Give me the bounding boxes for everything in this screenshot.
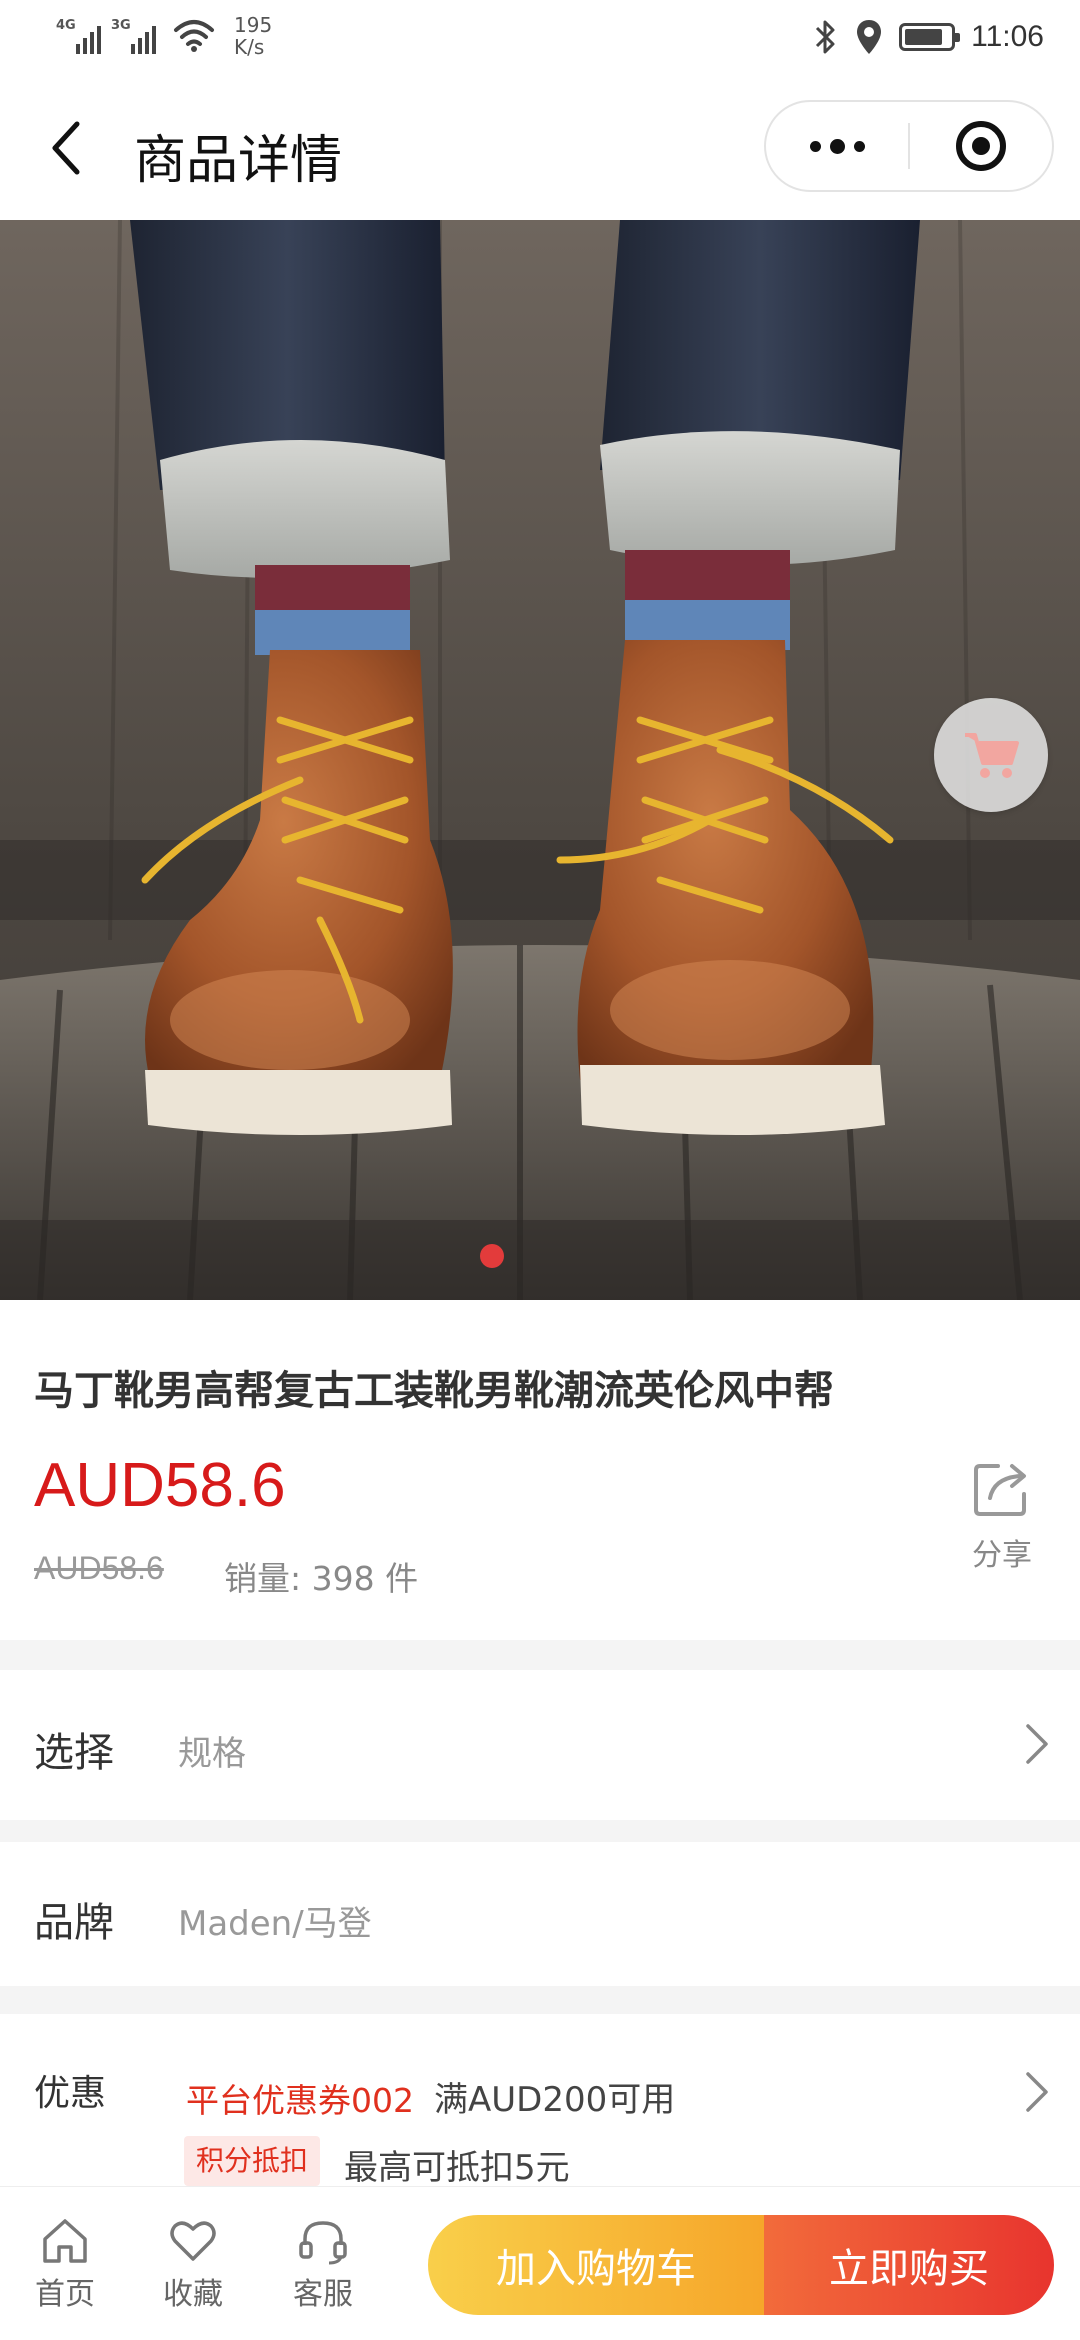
headset-icon xyxy=(299,2221,347,2265)
tab-customer-service-label: 客服 xyxy=(293,2277,353,2312)
tab-favorite[interactable]: 收藏 xyxy=(138,2215,248,2313)
page-title: 商品详情 xyxy=(134,131,343,191)
product-photo xyxy=(0,220,1080,1300)
heart-icon xyxy=(170,2221,216,2261)
share-button[interactable]: 分享 xyxy=(962,1456,1042,1576)
more-button[interactable] xyxy=(766,102,908,190)
floating-cart-button[interactable] xyxy=(934,698,1048,812)
brand-row: 品牌 Maden/马登 xyxy=(0,1842,1080,1986)
spec-select-row[interactable]: 选择 规格 xyxy=(0,1670,1080,1820)
product-price: AUD58.6 xyxy=(34,1451,286,1520)
battery-icon xyxy=(899,23,961,51)
more-dots-icon xyxy=(809,138,865,154)
status-time: 11:06 xyxy=(971,20,1044,53)
sales-count: 销量: 398 件 xyxy=(224,1559,419,1598)
cellular-signal-2-icon: 3G xyxy=(111,14,156,54)
buy-now-button[interactable]: 立即购买 xyxy=(764,2215,1054,2315)
points-deduction-tag: 积分抵扣 xyxy=(184,2136,321,2186)
tab-customer-service[interactable]: 客服 xyxy=(268,2215,378,2313)
network-speed: 195 K/s xyxy=(234,14,272,58)
select-label: 选择 xyxy=(34,1730,114,1776)
purchase-buttons: 加入购物车 立即购买 xyxy=(428,2215,1054,2315)
chevron-left-icon xyxy=(52,121,80,175)
promotion-row[interactable]: 优惠 平台优惠券002 满AUD200可用 积分抵扣 最高可抵扣5元 xyxy=(0,2014,1080,2188)
points-deduction-text: 最高可抵扣5元 xyxy=(344,2148,570,2188)
tab-home-label: 首页 xyxy=(35,2277,95,2312)
product-title: 马丁靴男高帮复古工装靴男靴潮流英伦风中帮 xyxy=(34,1368,834,1414)
select-value: 规格 xyxy=(178,1734,246,1774)
back-button[interactable] xyxy=(36,112,96,184)
share-label: 分享 xyxy=(972,1538,1032,1573)
brand-label: 品牌 xyxy=(34,1900,114,1946)
coupon-name: 平台优惠券002 xyxy=(186,2081,414,2120)
status-bar: 4G 3G 195 K/s 11:06 xyxy=(0,0,1080,76)
navigation-bar: 商品详情 xyxy=(0,76,1080,220)
tab-home[interactable]: 首页 xyxy=(10,2215,120,2313)
chevron-right-icon xyxy=(1026,1724,1048,1764)
bluetooth-icon xyxy=(816,20,835,54)
shopping-cart-icon xyxy=(965,733,1019,778)
cellular-signal-icon: 4G xyxy=(56,14,101,54)
wifi-icon xyxy=(174,20,214,52)
carousel-indicator-dot xyxy=(480,1244,504,1268)
target-circle-icon xyxy=(956,121,1006,171)
bottom-action-bar: 首页 收藏 客服 加入购物车 立即购买 xyxy=(0,2186,1080,2340)
brand-value: Maden/马登 xyxy=(178,1904,372,1944)
close-mini-program-button[interactable] xyxy=(910,102,1052,190)
mini-program-capsule xyxy=(764,100,1054,192)
network-type-label-2: 3G xyxy=(111,18,131,33)
share-icon xyxy=(974,1464,1026,1516)
location-icon xyxy=(857,20,882,54)
coupon-condition: 满AUD200可用 xyxy=(434,2080,676,2120)
tab-favorite-label: 收藏 xyxy=(163,2277,223,2312)
original-price: AUD58.6 xyxy=(34,1550,164,1586)
network-speed-value: 195 xyxy=(234,13,273,37)
add-to-cart-button[interactable]: 加入购物车 xyxy=(428,2215,764,2315)
home-icon xyxy=(43,2219,87,2263)
network-type-label: 4G xyxy=(56,18,76,33)
product-image-carousel[interactable] xyxy=(0,220,1080,1300)
product-info-card: 马丁靴男高帮复古工装靴男靴潮流英伦风中帮 AUD58.6 AUD58.6 销量:… xyxy=(0,1300,1080,1640)
promotion-label: 优惠 xyxy=(34,2073,107,2114)
network-speed-unit: K/s xyxy=(234,35,265,59)
chevron-right-icon xyxy=(1026,2072,1048,2112)
